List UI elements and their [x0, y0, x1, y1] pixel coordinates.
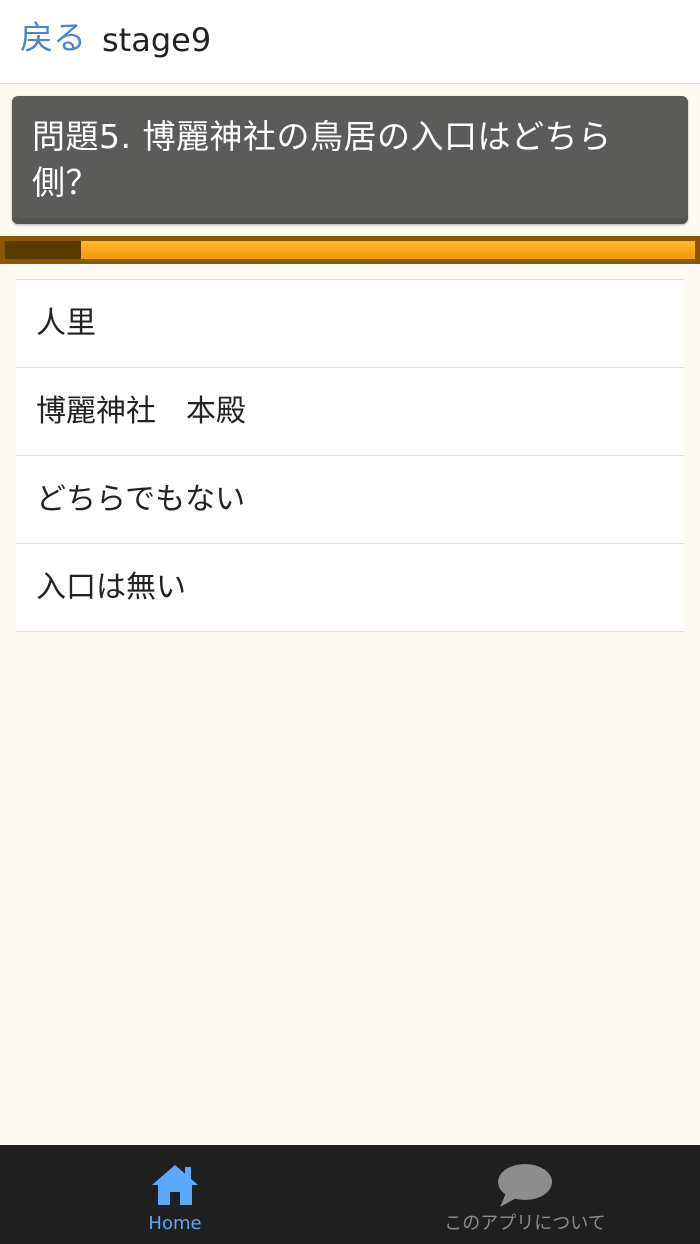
stage-title: stage9 [102, 21, 212, 59]
progress-fill [5, 241, 81, 259]
question-box: 問題5. 博麗神社の鳥居の入口はどちら側？ [12, 96, 688, 224]
tab-about-label: このアプリについて [444, 1213, 606, 1234]
speech-bubble-icon [496, 1163, 554, 1213]
answer-option-4[interactable]: 入口は無い [16, 544, 684, 632]
answer-list: 人里 博麗神社 本殿 どちらでもない 入口は無い [16, 279, 684, 632]
answer-option-1[interactable]: 人里 [16, 280, 684, 368]
tab-about[interactable]: このアプリについて [350, 1145, 700, 1244]
answer-option-3[interactable]: どちらでもない [16, 456, 684, 544]
tab-home-label: Home [148, 1213, 202, 1234]
progress-bar [0, 236, 700, 264]
top-bar: 戻る stage9 [0, 0, 700, 84]
question-text: 問題5. 博麗神社の鳥居の入口はどちら側？ [32, 117, 612, 202]
progress-track [5, 241, 695, 259]
tab-home[interactable]: Home [0, 1145, 350, 1244]
tab-bar: Home このアプリについて [0, 1145, 700, 1244]
answer-option-2[interactable]: 博麗神社 本殿 [16, 368, 684, 456]
home-icon [150, 1163, 200, 1211]
back-button[interactable]: 戻る [20, 16, 86, 60]
